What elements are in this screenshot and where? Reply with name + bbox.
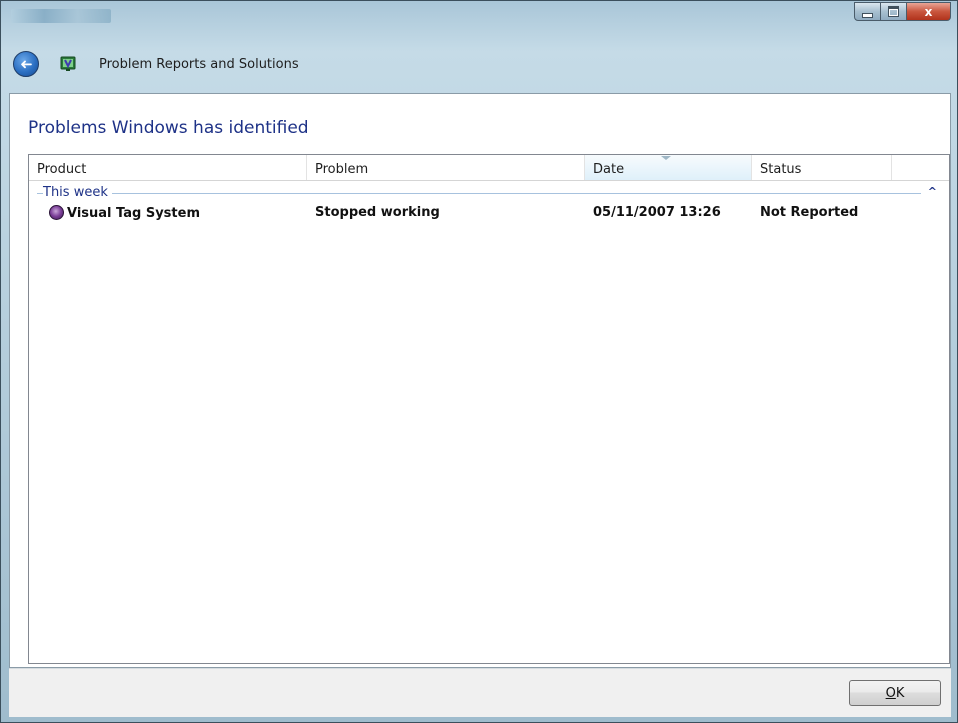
sort-descending-icon xyxy=(661,156,671,160)
table-row[interactable]: Visual Tag System Stopped working 05/11/… xyxy=(29,203,949,225)
page-title: Problems Windows has identified xyxy=(28,118,309,138)
product-name: Visual Tag System xyxy=(67,206,200,221)
chevron-up-icon[interactable]: ^ xyxy=(928,185,937,198)
ok-accelerator: O xyxy=(885,685,896,701)
cell-problem: Stopped working xyxy=(315,205,440,220)
minimize-icon xyxy=(862,12,873,18)
close-icon: x xyxy=(924,4,933,19)
minimize-button[interactable] xyxy=(854,2,881,21)
group-header-this-week[interactable]: This week ^ xyxy=(37,184,941,202)
cell-status: Not Reported xyxy=(760,205,859,220)
back-arrow-icon: ➜ xyxy=(19,54,33,73)
maximize-icon xyxy=(888,6,899,17)
product-icon xyxy=(49,205,64,220)
maximize-button[interactable] xyxy=(881,2,907,21)
window-title: Problem Reports and Solutions xyxy=(99,57,299,72)
title-bar[interactable]: x xyxy=(1,1,957,41)
content-area: Problems Windows has identified Product … xyxy=(9,93,951,668)
column-header-problem[interactable]: Problem xyxy=(307,155,585,180)
column-header: Product Problem Date Status xyxy=(29,155,949,181)
ok-label: K xyxy=(895,685,905,701)
column-header-status[interactable]: Status xyxy=(752,155,892,180)
column-header-date[interactable]: Date xyxy=(585,155,752,180)
navigation-bar: ➜ Problem Reports and Solutions xyxy=(9,47,951,83)
title-bar-blur xyxy=(11,9,111,23)
problems-list[interactable]: Product Problem Date Status This week ^ … xyxy=(28,154,950,664)
back-button[interactable]: ➜ xyxy=(13,51,39,77)
column-header-product[interactable]: Product xyxy=(29,155,307,180)
window-frame: x ➜ Problem Reports and Solutions Proble… xyxy=(0,0,958,723)
ok-button[interactable]: OK xyxy=(849,680,941,706)
problem-reports-icon xyxy=(60,56,76,71)
close-button[interactable]: x xyxy=(907,2,951,21)
group-label: This week xyxy=(43,185,112,200)
column-header-date-label: Date xyxy=(593,162,625,177)
cell-product: Visual Tag System xyxy=(49,205,200,221)
group-divider xyxy=(37,193,921,194)
cell-date: 05/11/2007 13:26 xyxy=(593,205,721,220)
caption-buttons: x xyxy=(854,2,951,21)
footer-bar: OK xyxy=(9,668,951,717)
